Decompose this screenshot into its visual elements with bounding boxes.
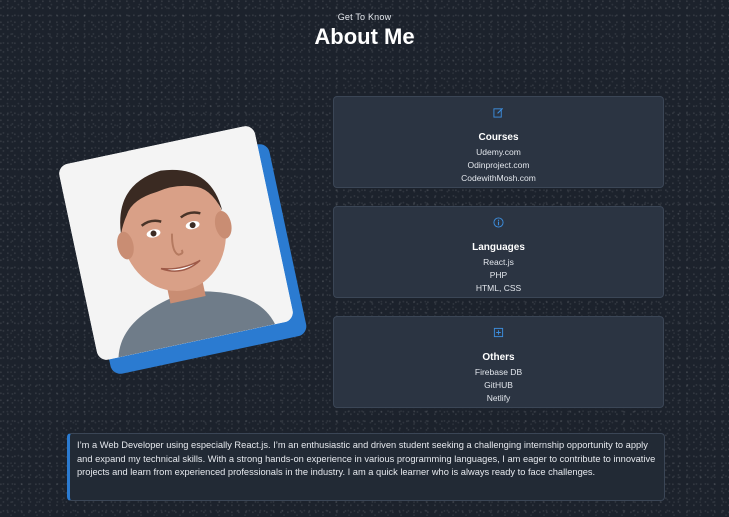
profile-photo (57, 124, 295, 362)
list-item: HTML, CSS (475, 283, 522, 293)
list-item: CodewithMosh.com (461, 173, 536, 183)
languages-card: Languages React.js PHP HTML, CSS (333, 206, 664, 298)
plus-square-icon (334, 327, 663, 339)
info-icon (334, 217, 663, 229)
profile-photo-frame (57, 124, 309, 376)
list-item: Firebase DB (474, 367, 523, 377)
card-item-list: React.js PHP HTML, CSS (334, 256, 663, 295)
list-item: PHP (489, 270, 508, 280)
list-item: React.js (483, 257, 514, 267)
list-item: Udemy.com (476, 147, 521, 157)
card-item-list: Firebase DB GitHUB Netlify (334, 366, 663, 405)
card-title: Others (482, 352, 515, 363)
section-title: About Me (314, 24, 415, 49)
list-item: Netlify (486, 393, 511, 403)
others-card: Others Firebase DB GitHUB Netlify (333, 316, 664, 408)
edit-icon (334, 107, 663, 119)
card-title: Courses (478, 132, 519, 143)
card-title: Languages (472, 242, 525, 253)
section-subtitle: Get To Know (337, 12, 392, 22)
bio-paragraph: I’m a Web Developer using especially Rea… (67, 433, 665, 501)
list-item: GitHUB (484, 380, 513, 390)
courses-card: Courses Udemy.com Odinproject.com Codewi… (333, 96, 664, 188)
list-item: Odinproject.com (467, 160, 530, 170)
card-item-list: Udemy.com Odinproject.com CodewithMosh.c… (334, 146, 663, 185)
